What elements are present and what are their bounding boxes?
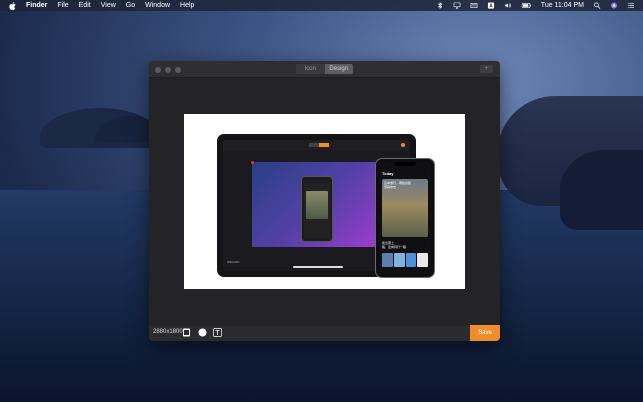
mini-phone-preview <box>301 176 333 242</box>
notification-center-icon[interactable] <box>627 2 635 9</box>
background-color-icon[interactable] <box>198 328 207 337</box>
menu-go[interactable]: Go <box>126 2 135 9</box>
minimize-button[interactable] <box>165 67 171 73</box>
menu-clock[interactable]: Tue 11:04 PM <box>541 2 584 9</box>
iphone-card-title-2: 值得你去 <box>384 185 397 189</box>
tab-icon[interactable]: Icon <box>296 64 325 74</box>
ipad-record-dot <box>251 161 254 164</box>
ipad-status-dot <box>401 143 405 147</box>
airplay-icon[interactable] <box>453 2 461 9</box>
menu-edit[interactable]: Edit <box>79 2 91 9</box>
app-window: Icon Design + 2880x1800 Today 這本旅行，哪些冒險 … <box>149 61 500 341</box>
wallpaper-cliff-shadow <box>560 150 643 230</box>
siri-icon[interactable] <box>610 2 618 9</box>
bottom-toolbar: 2880x1800 <box>149 326 500 341</box>
iphone-today-header: Today <box>382 171 394 176</box>
zoom-button[interactable] <box>175 67 181 73</box>
apple-icon[interactable] <box>9 1 16 10</box>
iphone-screen: Today 這本旅行，哪些冒險 值得你去 別急著上 路，走向同行一程 <box>379 162 431 274</box>
mini-phone-screen <box>304 183 330 238</box>
title-bar: Icon Design + <box>149 61 500 78</box>
close-button[interactable] <box>155 67 161 73</box>
save-button[interactable]: Save <box>470 325 500 341</box>
menu-app-finder[interactable]: Finder <box>26 2 47 9</box>
design-preview[interactable]: 2880x1800 Today 這本旅行，哪些冒險 值得你去 別急著上 路，走向… <box>184 114 465 289</box>
ipad-segmented-control <box>309 143 329 147</box>
iphone-app-row <box>382 253 428 267</box>
mini-phone-card <box>306 191 328 219</box>
bluetooth-icon[interactable] <box>436 2 444 9</box>
menu-bar: Finder File Edit View Go Window Help Tue… <box>0 0 643 11</box>
iphone-notch <box>394 162 416 166</box>
add-button[interactable]: + <box>480 65 493 73</box>
ipad-home-indicator <box>293 266 343 268</box>
menu-file[interactable]: File <box>57 2 68 9</box>
keyboard-icon[interactable] <box>470 2 478 9</box>
menu-view[interactable]: View <box>101 2 116 9</box>
dimensions-label: 2880x1800 <box>153 329 183 335</box>
volume-icon[interactable] <box>504 2 512 9</box>
tab-design[interactable]: Design <box>324 64 353 74</box>
menu-window[interactable]: Window <box>145 2 170 9</box>
iphone-mockup: Today 這本旅行，哪些冒險 值得你去 別急著上 路，走向同行一程 <box>375 158 435 278</box>
wallpaper-cliff <box>498 96 643 206</box>
canvas-area: 2880x1800 Today 這本旅行，哪些冒險 值得你去 別急著上 路，走向… <box>149 78 500 326</box>
ipad-dimensions-label: 2880x1800 <box>227 261 240 264</box>
iphone-sub-2: 路，走向同行一程 <box>382 245 407 249</box>
wallpaper-island <box>40 108 160 148</box>
ipad-toolbar <box>223 140 410 150</box>
battery-icon[interactable] <box>521 2 532 9</box>
text-input-icon[interactable] <box>487 2 495 9</box>
search-icon[interactable] <box>593 2 601 9</box>
menu-help[interactable]: Help <box>180 2 194 9</box>
device-frame-icon[interactable] <box>182 328 191 337</box>
text-tool-icon[interactable] <box>213 328 222 337</box>
mode-segmented-control: Icon Design <box>296 64 353 74</box>
iphone-feature-card: 這本旅行，哪些冒險 值得你去 <box>382 179 428 237</box>
